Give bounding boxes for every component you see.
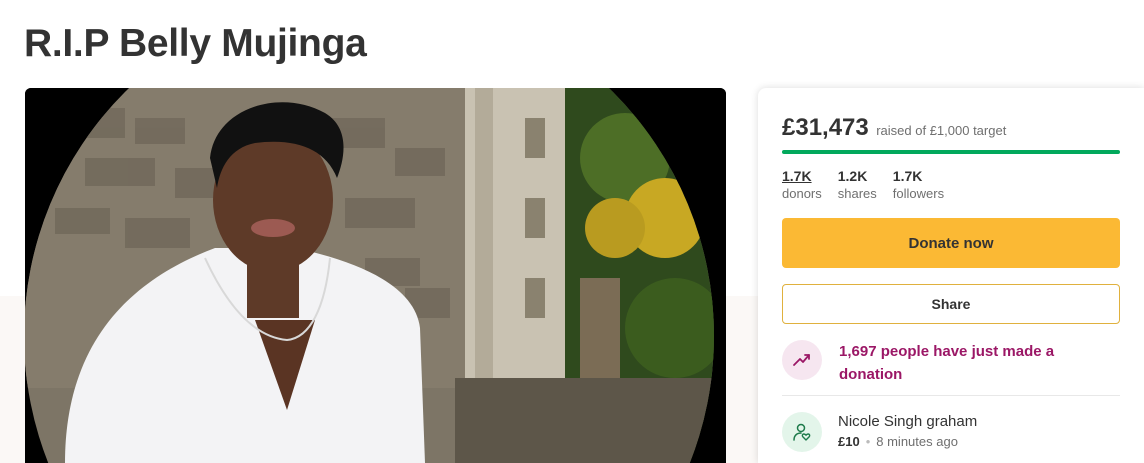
stat-shares-value: 1.2K bbox=[837, 168, 868, 184]
share-button[interactable]: Share bbox=[782, 284, 1120, 324]
recent-donation-item: Nicole Singh graham £10 • 8 minutes ago bbox=[782, 412, 977, 452]
amount-target-caption: raised of £1,000 target bbox=[876, 123, 1007, 138]
separator-dot: • bbox=[865, 434, 871, 449]
stat-followers: 1.7K followers bbox=[893, 168, 944, 202]
stat-followers-value: 1.7K bbox=[892, 168, 923, 184]
progress-bar-fill bbox=[782, 150, 1120, 154]
stat-followers-label: followers bbox=[892, 186, 945, 201]
donor-info: Nicole Singh graham £10 • 8 minutes ago bbox=[838, 412, 977, 452]
page-title: R.I.P Belly Mujinga bbox=[24, 22, 367, 65]
donor-meta: £10 • 8 minutes ago bbox=[838, 432, 977, 452]
donor-heart-icon bbox=[782, 412, 822, 452]
divider bbox=[782, 395, 1120, 396]
stat-shares: 1.2K shares bbox=[838, 168, 877, 202]
stat-shares-label: shares bbox=[837, 186, 877, 201]
donation-amount: £10 bbox=[838, 434, 860, 449]
progress-bar bbox=[782, 150, 1120, 154]
donate-now-button[interactable]: Donate now bbox=[782, 218, 1120, 268]
amount-raised-row: £31,473 raised of £1,000 target bbox=[782, 114, 1006, 142]
photo-illustration bbox=[25, 88, 726, 463]
amount-raised: £31,473 bbox=[782, 114, 869, 141]
donation-time: 8 minutes ago bbox=[876, 434, 958, 449]
recent-activity-text: 1,697 people have just made a donation bbox=[839, 343, 1055, 383]
fundraiser-photo bbox=[25, 88, 726, 463]
trending-up-icon bbox=[782, 340, 822, 380]
stat-donors-label: donors bbox=[782, 186, 822, 201]
donation-card: £31,473 raised of £1,000 target 1.7K don… bbox=[758, 88, 1144, 463]
stat-donors-value[interactable]: 1.7K bbox=[782, 168, 822, 185]
stat-donors[interactable]: 1.7K donors bbox=[782, 168, 822, 202]
recent-activity-banner: 1,697 people have just made a donation bbox=[782, 340, 1089, 386]
stats-row: 1.7K donors 1.2K shares 1.7K followers bbox=[782, 168, 960, 202]
donor-name: Nicole Singh graham bbox=[838, 413, 978, 430]
